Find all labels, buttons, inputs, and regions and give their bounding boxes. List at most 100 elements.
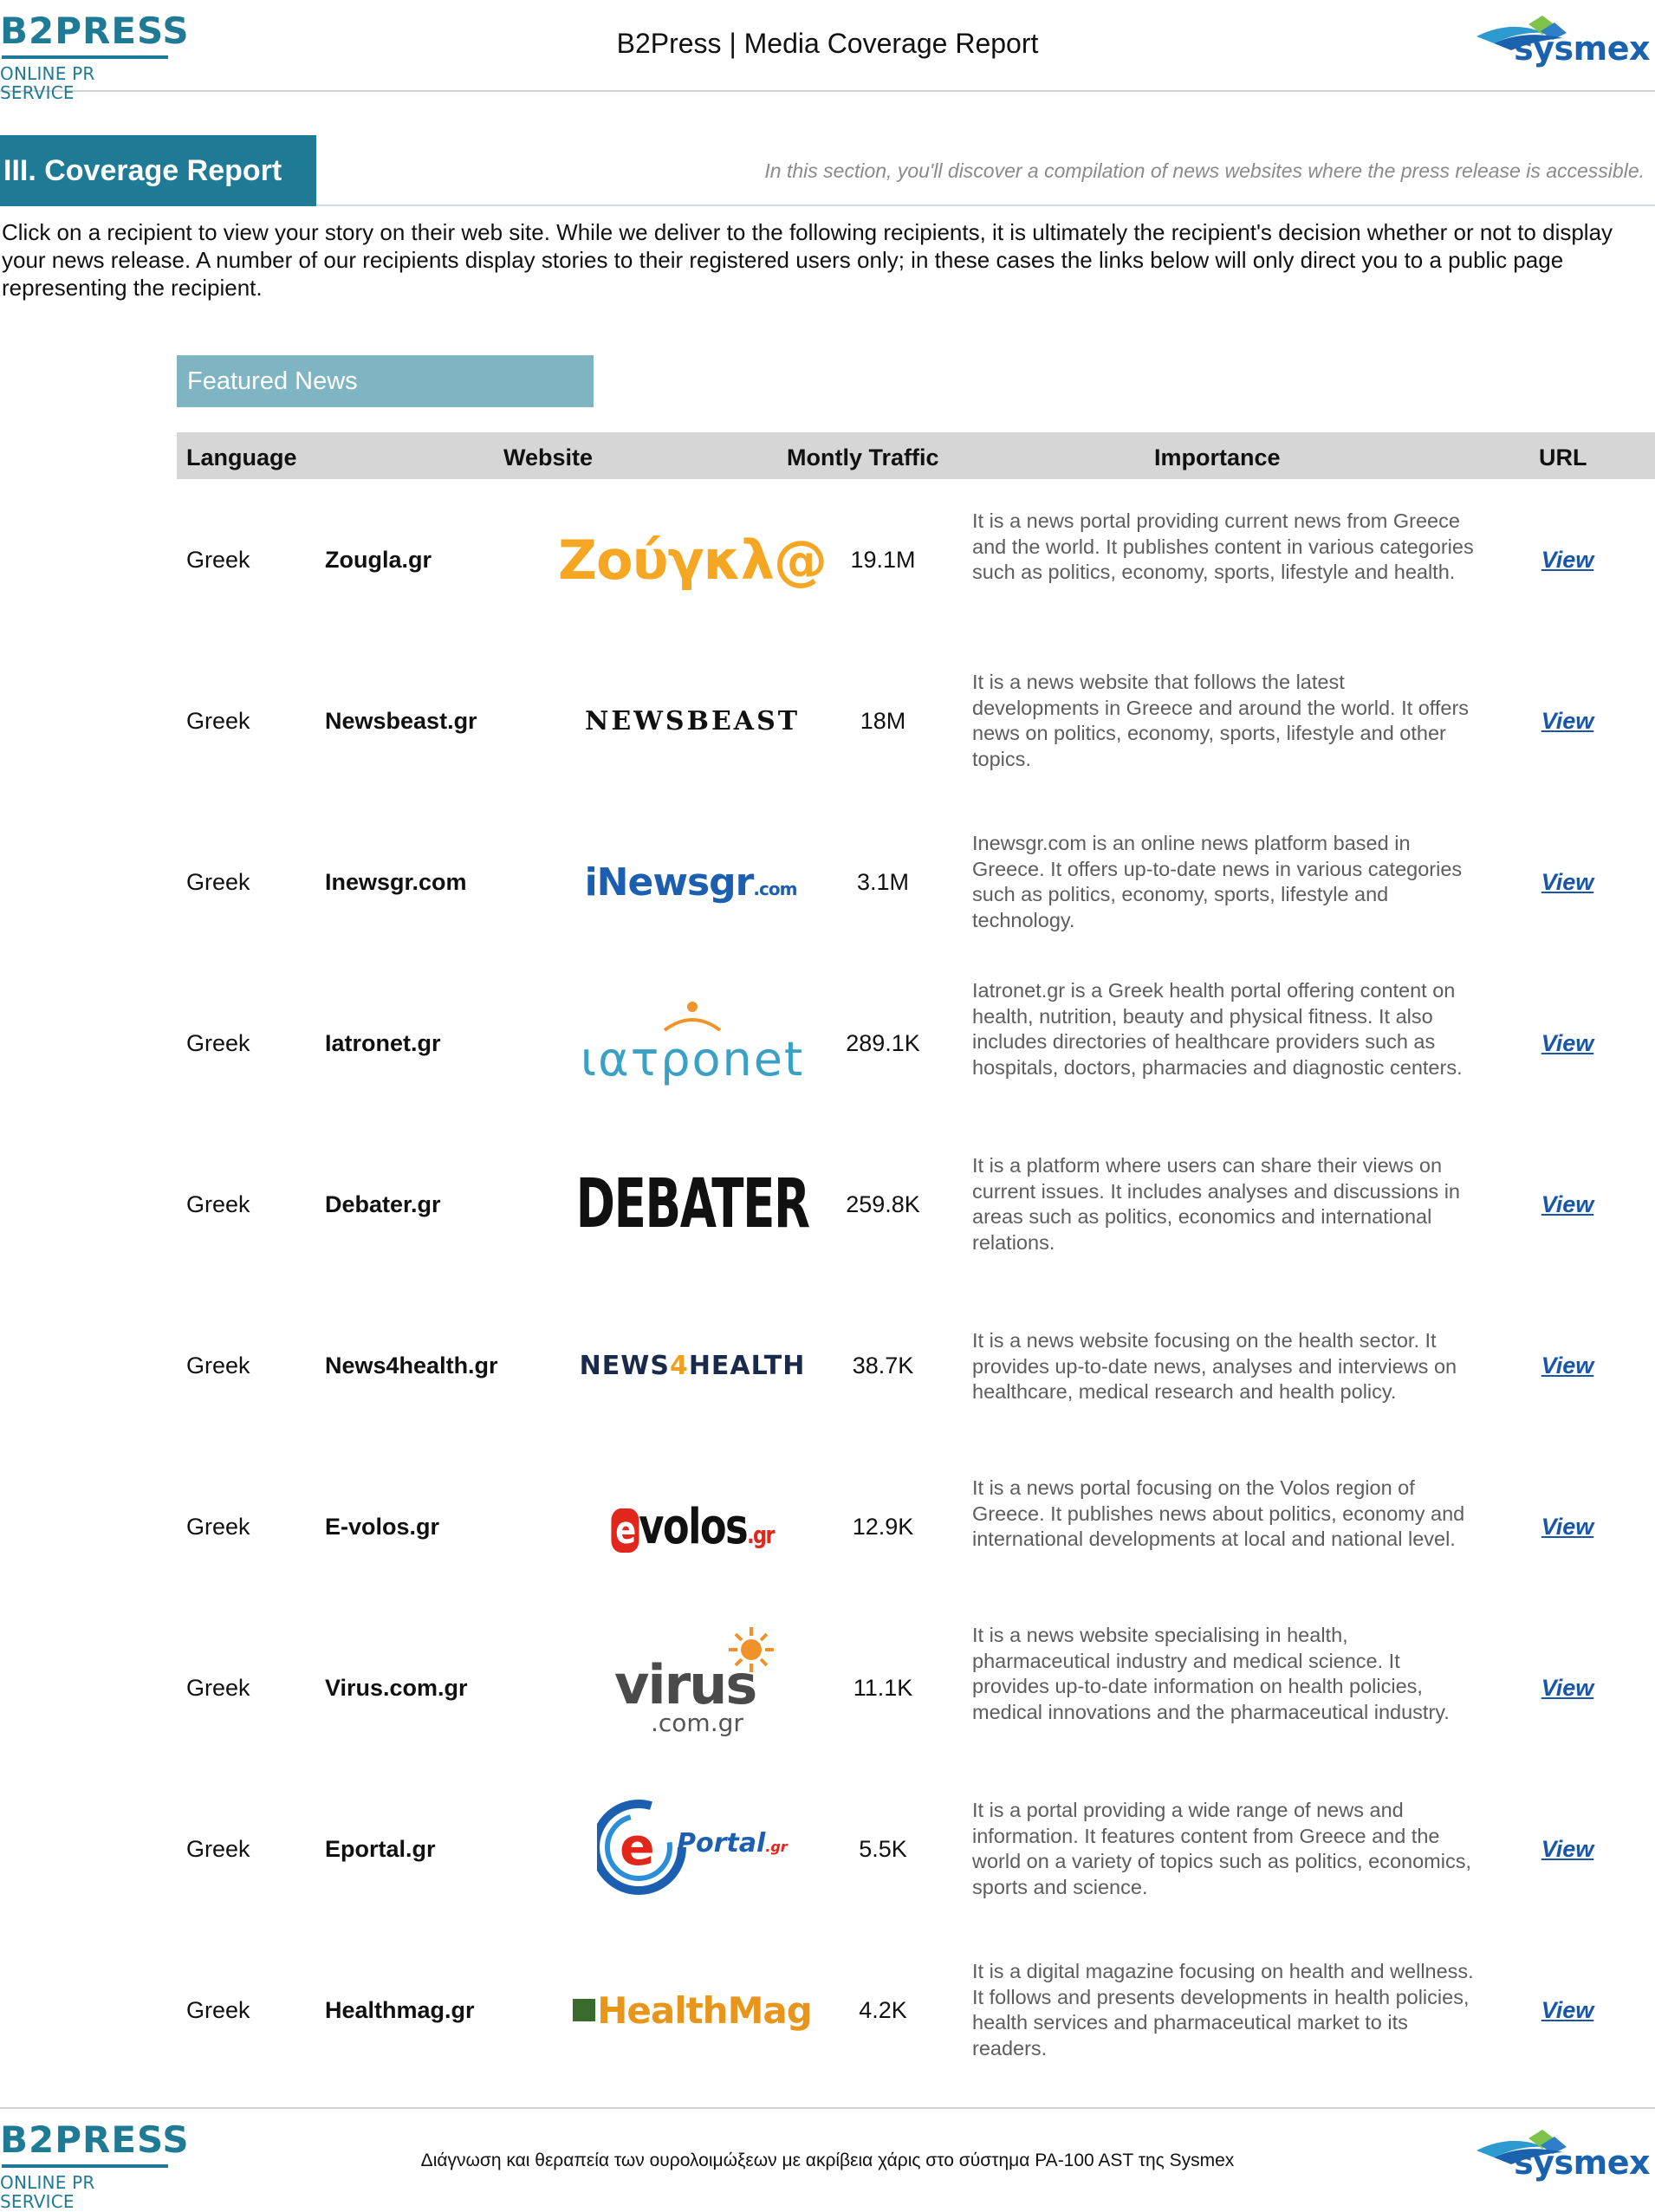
eportal-logo-word: Portal: [677, 1828, 766, 1858]
row-importance: It is a news website focusing on the hea…: [972, 1329, 1457, 1403]
column-url: URL: [1539, 444, 1587, 470]
row-site-name: E-volos.gr: [325, 1514, 440, 1540]
row-language: Greek: [186, 708, 250, 734]
healthmag-logo: HealthMag: [573, 1945, 813, 2075]
news4health-logo-news: NEWS: [579, 1350, 670, 1381]
row-importance: It is a news portal providing current ne…: [972, 509, 1474, 583]
table-row: Greek News4health.gr NEWS4HEALTH 38.7K I…: [177, 1285, 1655, 1446]
virus-logo-suffix: .com.gr: [651, 1709, 743, 1737]
row-importance: Inewsgr.com is an online news platform b…: [972, 832, 1463, 931]
row-site-name: Iatronet.gr: [325, 1030, 441, 1056]
footer-b2press-logo-tagline: ONLINE PR SERVICE: [0, 2172, 95, 2212]
iatronet-logo-text: ιατρonet: [580, 1031, 805, 1087]
row-traffic: 4.2K: [859, 1997, 907, 2023]
section-rule: [316, 204, 1655, 206]
footer-sysmex-logo: sysmex: [1477, 2126, 1650, 2187]
row-view-link[interactable]: View: [1537, 1191, 1598, 1218]
row-traffic: 12.9K: [852, 1514, 914, 1540]
news4health-logo-four: 4: [669, 1350, 689, 1381]
table-row: Greek Healthmag.gr HealthMag 4.2K It is …: [177, 1930, 1655, 2091]
column-language: Language: [186, 444, 297, 470]
row-language: Greek: [186, 1191, 250, 1217]
evolos-logo-word: volos: [639, 1498, 748, 1555]
news4health-logo: NEWS4HEALTH: [580, 1301, 805, 1430]
row-site-name: Debater.gr: [325, 1191, 441, 1217]
row-site-name: Eportal.gr: [325, 1836, 436, 1862]
footer-sysmex-logo-word: sysmex: [1514, 2144, 1650, 2182]
newsbeast-logo-text: NEWSBEAST: [584, 705, 801, 736]
healthmag-logo-text: HealthMag: [573, 1988, 813, 2032]
row-language: Greek: [186, 1836, 250, 1862]
table-row: Greek Iatronet.gr ιατρonet 289.1K Iatron…: [177, 963, 1655, 1124]
row-traffic: 38.7K: [852, 1352, 914, 1378]
row-importance: It is a news website that follows the la…: [972, 671, 1470, 770]
b2press-logo-tagline: ONLINE PR SERVICE: [0, 63, 95, 103]
row-site-name: Virus.com.gr: [325, 1675, 468, 1701]
evolos-logo: evolos.gr: [593, 1462, 792, 1592]
row-view-link[interactable]: View: [1537, 1352, 1598, 1379]
eportal-logo-wrap: e Portal.gr: [597, 1788, 788, 1910]
row-traffic: 11.1K: [853, 1675, 913, 1701]
eportal-logo-text: Portal.gr: [677, 1828, 788, 1858]
table-row: Greek Newsbeast.gr NEWSBEAST 18M It is a…: [177, 640, 1655, 801]
row-view-link[interactable]: View: [1537, 1030, 1598, 1057]
sysmex-logo-word: sysmex: [1514, 29, 1650, 68]
row-view-link[interactable]: View: [1537, 1675, 1598, 1702]
row-view-link[interactable]: View: [1537, 1836, 1598, 1863]
eportal-logo: e Portal.gr: [593, 1784, 792, 1914]
row-language: Greek: [186, 1352, 250, 1378]
evolos-logo-e: e: [611, 1508, 639, 1553]
news4health-logo-health: HEALTH: [688, 1350, 806, 1381]
table-row: Greek Eportal.gr e Portal.gr 5.5K It is …: [177, 1768, 1655, 1930]
table-row: Greek Zougla.gr Ζούγκλ@ 19.1M It is a ne…: [177, 479, 1655, 640]
virus-logo-word: virus: [614, 1653, 757, 1716]
table-row: Greek E-volos.gr evolos.gr 12.9K It is a…: [177, 1446, 1655, 1607]
evolos-logo-text: evolos.gr: [611, 1498, 775, 1555]
eportal-logo-suffix: .gr: [765, 1839, 788, 1855]
row-view-link[interactable]: View: [1537, 1514, 1598, 1541]
column-importance: Importance: [1154, 444, 1281, 470]
sysmex-logo: sysmex: [1477, 12, 1650, 73]
row-importance: It is a news website specialising in hea…: [972, 1624, 1450, 1723]
page-footer: B2PRESS ONLINE PR SERVICE Διάγνωση και θ…: [0, 2107, 1655, 2211]
column-traffic: Montly Traffic: [787, 444, 939, 470]
row-site-name: News4health.gr: [325, 1352, 498, 1378]
healthmag-logo-word: HealthMag: [597, 1988, 813, 2032]
row-view-link[interactable]: View: [1537, 547, 1598, 574]
row-importance: It is a portal providing a wide range of…: [972, 1799, 1472, 1898]
virus-logo-wrap: virus .com.gr: [606, 1627, 779, 1748]
column-website: Website: [503, 444, 594, 470]
row-traffic: 18M: [860, 708, 906, 734]
row-view-link[interactable]: View: [1537, 1997, 1598, 2024]
zougla-logo: Ζούγκλ@: [558, 495, 828, 625]
row-language: Greek: [186, 547, 250, 573]
section-note: In this section, you'll discover a compi…: [764, 159, 1645, 182]
report-title: B2Press | Media Coverage Report: [616, 28, 1039, 59]
row-site-name: Newsbeast.gr: [325, 708, 477, 734]
table-header: Language Website Montly Traffic Importan…: [177, 432, 1655, 479]
row-view-link[interactable]: View: [1537, 869, 1598, 896]
row-site-name: Inewsgr.com: [325, 869, 467, 895]
row-traffic: 3.1M: [856, 869, 910, 895]
row-language: Greek: [186, 1675, 250, 1701]
intro-paragraph: Click on a recipient to view your story …: [2, 219, 1613, 301]
row-traffic: 289.1K: [846, 1030, 920, 1056]
featured-news-label: Featured News: [177, 355, 594, 407]
inewsgr-logo-text: iNewsgr.com: [584, 860, 798, 905]
inewsgr-logo: iNewsgr.com: [585, 817, 798, 947]
row-view-link[interactable]: View: [1537, 708, 1598, 735]
row-site-name: Healthmag.gr: [325, 1997, 475, 2023]
evolos-logo-suffix: .gr: [746, 1520, 775, 1549]
healthmag-square-icon: [573, 1999, 596, 2021]
debater-logo-text: DEBATER: [575, 1165, 809, 1243]
zougla-logo-text: Ζούγκλ@: [558, 528, 828, 592]
row-language: Greek: [186, 1514, 250, 1540]
row-language: Greek: [186, 1997, 250, 2023]
table-row: Greek Inewsgr.com iNewsgr.com 3.1M Inews…: [177, 801, 1655, 963]
iatronet-logo: ιατρonet: [581, 978, 802, 1108]
row-site-name: Zougla.gr: [325, 547, 432, 573]
inewsgr-logo-word: iNewsgr: [584, 860, 755, 905]
row-language: Greek: [186, 1030, 250, 1056]
iatronet-arc-icon: [663, 1001, 722, 1032]
debater-logo: DEBATER: [575, 1139, 809, 1269]
